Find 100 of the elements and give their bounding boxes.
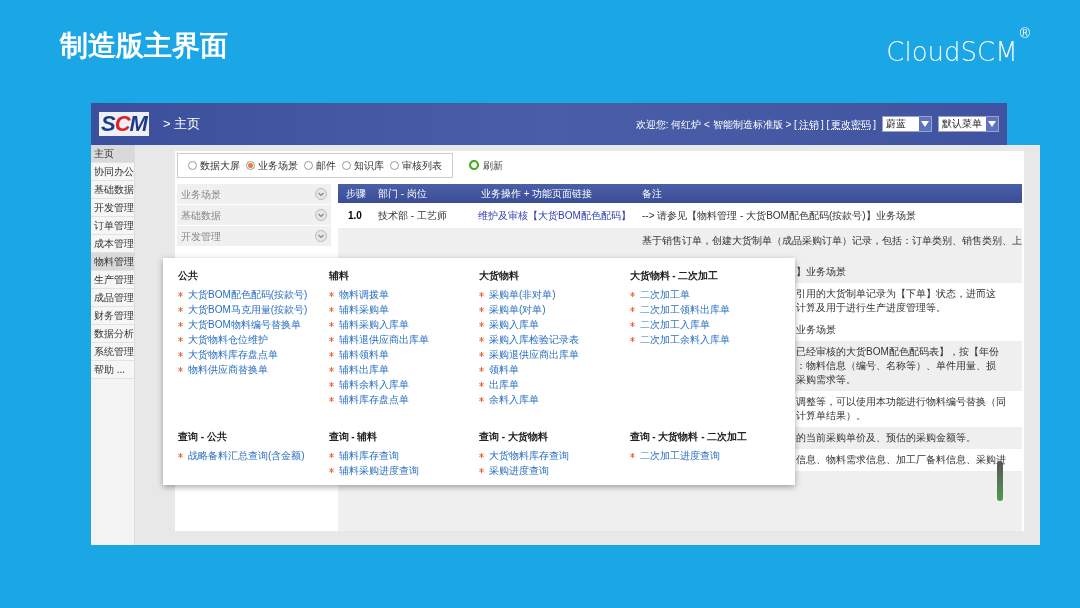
sidebar-item[interactable]: 主页 [91, 145, 134, 163]
column-header: 备注 [641, 187, 662, 201]
bullet-icon [328, 322, 334, 327]
menu-link[interactable]: 二次加工单 [639, 289, 690, 301]
sidebar-item[interactable]: 帮助 ... [91, 361, 134, 379]
bullet-icon [328, 367, 334, 372]
bullet-icon [328, 397, 334, 402]
slide-title: 制造版主界面 [60, 29, 228, 63]
menu-link[interactable]: 辅料库存盘点单 [338, 394, 409, 406]
note-text: 采购需求等。 [796, 373, 857, 387]
table-cell-text: --> 请参见【物料管理 - 大货BOM配色配码(按款号)】业务场景 [641, 209, 916, 223]
menu-link[interactable]: 辅料采购单 [338, 304, 389, 316]
header-link[interactable]: 注销 [798, 116, 819, 132]
bullet-icon [178, 367, 183, 372]
menu-link[interactable]: 辅料采购进度查询 [338, 464, 419, 477]
menu-link[interactable]: 采购单(非对单) [489, 289, 556, 301]
bullet-icon [178, 352, 183, 357]
sidebar-item[interactable]: 物料管理 [91, 253, 134, 271]
menu-heading: 大货物料 - 二次加工 [629, 269, 720, 283]
sidebar-item[interactable]: 基础数据 [91, 181, 134, 199]
table-cell-text: 基于销售订单，创建大货制单（成品采购订单）记录，包括：订单类别、销售类别、上 [641, 234, 1022, 248]
menu-link[interactable]: 物料供应商替换单 [188, 364, 268, 376]
chevron-icon [315, 230, 327, 242]
menu-link[interactable]: 战略备料汇总查询(含金额) [188, 449, 305, 462]
dropdown-icon [986, 117, 998, 131]
welcome-text: 欢迎您: 何红炉 < 智能制造标准版 > [ [635, 117, 797, 132]
accordion-header[interactable]: 基础数据 [177, 205, 331, 225]
bullet-icon [479, 467, 484, 473]
menu-link[interactable]: 大货BOM物料编号替换单 [188, 319, 301, 331]
view-radio[interactable]: 知识库 [342, 157, 384, 173]
menu-link[interactable]: 大货物料仓位维护 [188, 334, 268, 346]
bullet-icon [629, 322, 635, 327]
sidebar-item[interactable]: 订单管理 [91, 217, 134, 235]
refresh-icon [469, 160, 479, 170]
sidebar-item[interactable]: 协同办公 [91, 163, 134, 181]
accordion-header[interactable]: 业务场景 [177, 184, 331, 204]
menu-link[interactable]: 辅料余料入库单 [338, 379, 409, 391]
bullet-icon [479, 382, 484, 387]
bullet-icon [178, 307, 183, 312]
header-select[interactable]: 蔚蓝 [882, 116, 932, 132]
table-link[interactable]: 维护及审核【大货BOM配色配码】 [478, 210, 631, 221]
menu-link[interactable]: 二次加工入库单 [639, 319, 710, 331]
accordion-header[interactable]: 开发管理 [177, 226, 331, 246]
menu-link[interactable]: 二次加工余料入库单 [639, 334, 730, 346]
menu-link[interactable]: 大货BOM配色配码(按款号) [188, 289, 308, 301]
table-cell: 1.0 [348, 210, 362, 221]
sidebar-item[interactable]: 成品管理 [91, 289, 134, 307]
bullet-icon [479, 397, 484, 402]
menu-link[interactable]: 辅料退供应商出库单 [338, 334, 429, 346]
menu-link[interactable]: 出库单 [489, 379, 519, 391]
bullet-icon [328, 307, 334, 312]
menu-link[interactable]: 采购单(对单) [489, 304, 546, 316]
menu-link[interactable]: 大货物料库存盘点单 [188, 349, 278, 361]
sidebar-item[interactable]: 系统管理 [91, 343, 134, 361]
note-text: 调整等，可以使用本功能进行物料编号替换（同 [796, 395, 1007, 409]
column-header: 业务操作 + 功能页面链接 [480, 187, 594, 201]
note-text: 计算单结果）。 [796, 409, 867, 423]
menu-heading: 公共 [178, 269, 199, 283]
menu-link[interactable]: 辅料出库单 [338, 364, 389, 376]
bullet-icon [178, 322, 183, 327]
sidebar-item[interactable]: 财务管理 [91, 307, 134, 325]
note-text: 的当前采购单价及、预估的采购金额等。 [796, 431, 977, 445]
bullet-icon [328, 467, 334, 473]
menu-link[interactable]: 二次加工进度查询 [639, 449, 720, 462]
app-logo: SCM [99, 112, 149, 136]
sidebar-item[interactable]: 成本管理 [91, 235, 134, 253]
menu-link[interactable]: 采购入库单 [489, 319, 539, 331]
view-radio[interactable]: 数据大屏 [188, 157, 240, 173]
menu-link[interactable]: 采购进度查询 [489, 464, 549, 477]
table-cell: 技术部 - 工艺师 [378, 210, 447, 221]
menu-link[interactable]: 采购入库检验记录表 [489, 334, 579, 346]
sidebar-item[interactable]: 生产管理 [91, 271, 134, 289]
chevron-icon [315, 209, 327, 221]
menu-link[interactable]: 辅料采购入库单 [338, 319, 409, 331]
menu-link[interactable]: 采购退供应商出库单 [489, 349, 579, 361]
menu-link[interactable]: 二次加工领料出库单 [639, 304, 730, 316]
bullet-icon [178, 337, 183, 342]
view-radio[interactable]: 审核列表 [390, 157, 442, 173]
menu-link[interactable]: 辅料库存查询 [338, 449, 399, 462]
menu-link[interactable]: 物料调拨单 [338, 289, 389, 301]
menu-link[interactable]: 大货BOM马克用量(按款号) [188, 304, 308, 316]
note-text: 计算及用于进行生产进度管理等。 [796, 301, 947, 315]
header-select[interactable]: 默认菜单 [938, 116, 999, 132]
menu-link[interactable]: 辅料领料单 [338, 349, 389, 361]
bullet-icon [328, 452, 334, 458]
bullet-icon [479, 322, 484, 327]
dropdown-icon [919, 117, 931, 131]
view-radio[interactable]: 邮件 [304, 157, 336, 173]
header-link[interactable]: 更改密码 [831, 116, 872, 132]
refresh-button[interactable]: 刷新 [469, 157, 503, 173]
bullet-icon [479, 292, 484, 297]
bullet-icon [178, 452, 183, 458]
view-radio[interactable]: 业务场景 [246, 157, 298, 173]
menu-link[interactable]: 余料入库单 [489, 394, 539, 406]
bullet-icon [479, 307, 484, 312]
menu-link[interactable]: 大货物料库存查询 [489, 449, 569, 462]
menu-link[interactable]: 领料单 [489, 364, 519, 376]
bullet-icon [629, 452, 635, 458]
note-text: 已经审核的大货BOM配色配码表】，按【年份 [796, 345, 1000, 359]
menu-heading: 大货物料 [479, 269, 520, 283]
